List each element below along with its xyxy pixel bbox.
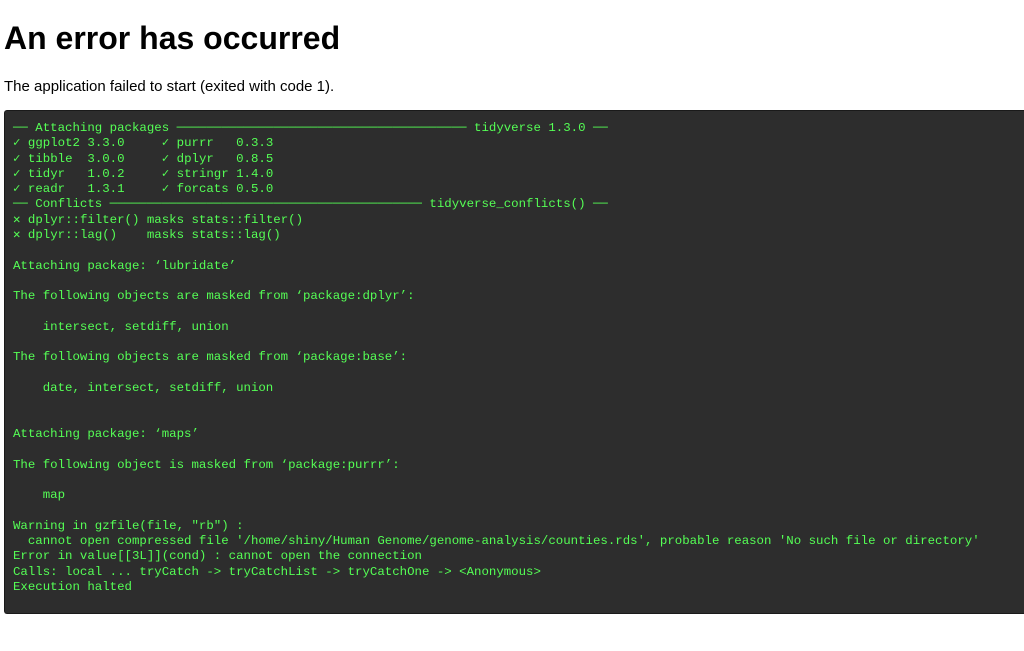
console-line: ✕ dplyr::lag() masks stats::lag() (13, 228, 281, 243)
console-line: Warning in gzfile(file, "rb") : (13, 518, 244, 533)
console-line: Attaching package: ‘lubridate’ (13, 258, 237, 273)
console-log: ── Attaching packages ──────────────────… (13, 121, 1024, 595)
page-title: An error has occurred (4, 20, 341, 56)
console-line: cannot open compressed file '/home/shiny… (13, 534, 980, 549)
error-description: The application failed to start (exited … (4, 78, 335, 95)
console-line: ── Conflicts ───────────────────────────… (13, 197, 608, 212)
console-line: ✓ readr 1.3.1 ✓ forcats 0.5.0 (13, 182, 274, 197)
console-line: ✓ tidyr 1.0.2 ✓ stringr 1.4.0 (13, 166, 274, 181)
console-line: date, intersect, setdiff, union (13, 381, 274, 396)
console-line: ── Attaching packages ──────────────────… (13, 121, 608, 135)
console-line: Execution halted (13, 579, 132, 594)
console-line: The following object is masked from ‘pac… (13, 457, 400, 472)
console-line: ✓ ggplot2 3.3.0 ✓ purrr 0.3.3 (13, 136, 274, 151)
console-line: map (13, 488, 66, 503)
console-line: intersect, setdiff, union (13, 319, 229, 334)
console-line: Attaching package: ‘maps’ (13, 426, 199, 441)
console-line: ✓ tibble 3.0.0 ✓ dplyr 0.8.5 (13, 151, 274, 166)
console-line: ✕ dplyr::filter() masks stats::filter() (13, 212, 304, 227)
console-line: Calls: local ... tryCatch -> tryCatchLis… (13, 564, 541, 579)
console-output: ── Attaching packages ──────────────────… (4, 110, 1024, 614)
console-line: The following objects are masked from ‘p… (13, 350, 408, 365)
console-line: The following objects are masked from ‘p… (13, 289, 415, 304)
console-line: Error in value[[3L]](cond) : cannot open… (13, 549, 422, 564)
